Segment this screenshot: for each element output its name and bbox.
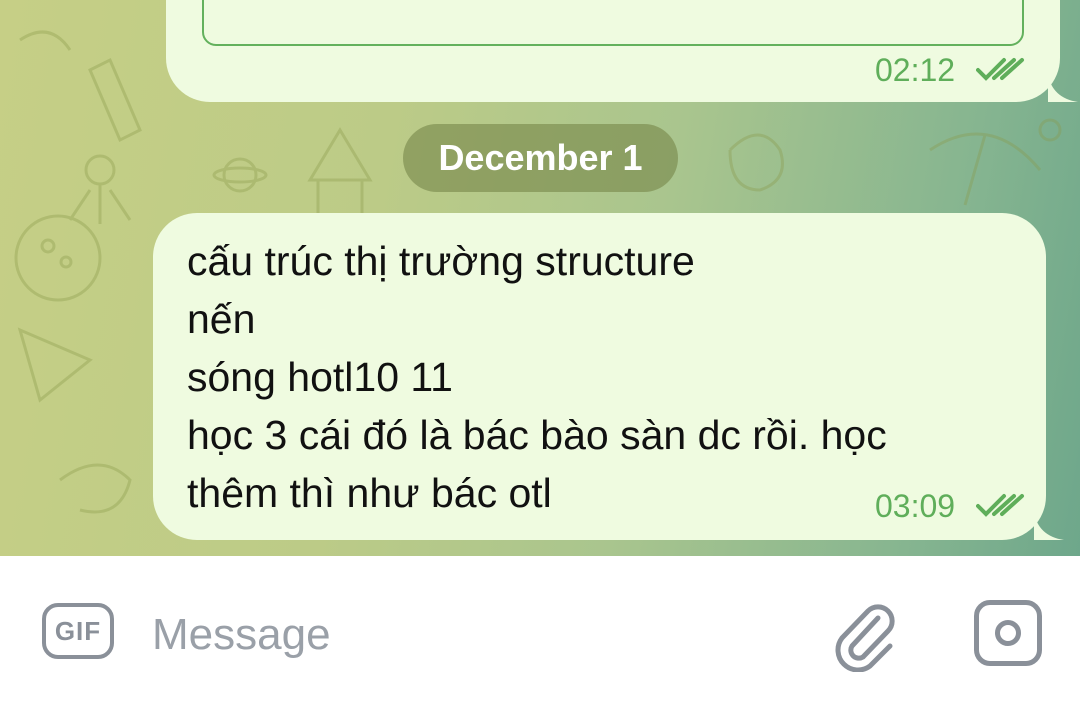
message-input[interactable]: Message: [152, 610, 331, 660]
message-bubble[interactable]: cấu trúc thị trường structure nến sóng h…: [153, 213, 1064, 540]
bubble-tail: [1048, 74, 1078, 102]
gif-button[interactable]: GIF: [42, 603, 114, 659]
chat-background: 02:12 December 1 cấu trúc thị trường str…: [0, 0, 1080, 556]
paperclip-icon[interactable]: [826, 596, 902, 672]
message-line: học 3 cái đó là bác bào sàn dc rồi. học: [187, 412, 887, 458]
message-time: 03:09: [875, 488, 956, 524]
double-check-icon: [976, 494, 1024, 517]
camera-lens: [995, 620, 1021, 646]
camera-icon[interactable]: [974, 600, 1042, 666]
previous-message-time: 02:12: [875, 52, 956, 88]
message-line: thêm thì như bác otl: [187, 470, 552, 516]
date-separator-label: December 1: [438, 137, 643, 178]
gif-label: GIF: [54, 615, 102, 646]
date-separator: December 1: [403, 124, 678, 192]
message-line: cấu trúc thị trường structure: [187, 238, 695, 284]
message-line: nến: [187, 296, 256, 342]
bubble-tail: [1034, 512, 1064, 540]
message-line: sóng hotl10 11: [187, 354, 453, 400]
inline-button-frame[interactable]: [202, 0, 1024, 46]
double-check-icon: [976, 58, 1024, 81]
